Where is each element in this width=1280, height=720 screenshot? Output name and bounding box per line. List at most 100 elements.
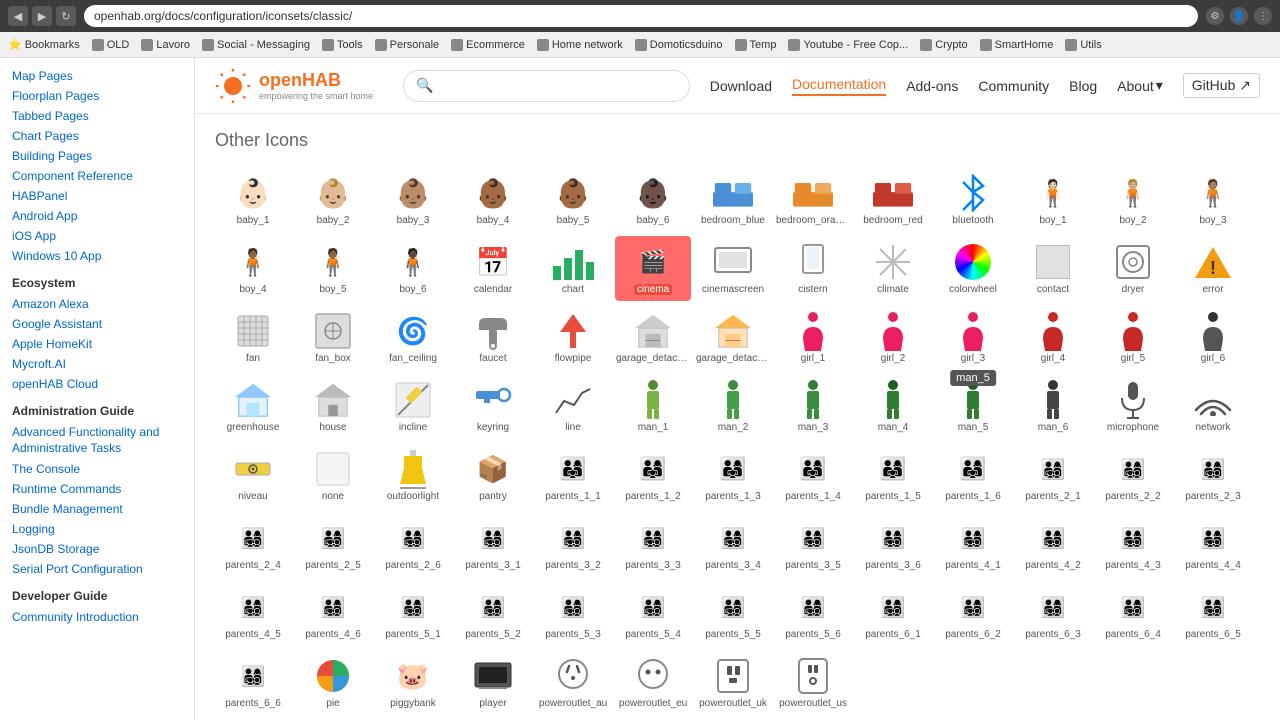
icon-item-baby3[interactable]: 👶🏽 baby_3 [375,167,451,232]
icon-item-boy1[interactable]: 🧍🏻 boy_1 [1015,167,1091,232]
sidebar-item-advanced[interactable]: Advanced Functionality and Administrativ… [0,422,194,459]
icon-item-parents22[interactable]: 👨‍👩‍👧‍👦 parents_2_2 [1095,443,1171,508]
icon-item-boy2[interactable]: 🧍🏼 boy_2 [1095,167,1171,232]
icon-item-parents23[interactable]: 👨‍👩‍👧‍👦 parents_2_3 [1175,443,1251,508]
icon-item-poweroutlet-eu[interactable]: poweroutlet_eu [615,650,691,715]
icon-item-man6[interactable]: man_6 [1015,374,1091,439]
nav-blog[interactable]: Blog [1069,78,1097,94]
bookmark-smarthome[interactable]: SmartHome [980,39,1054,51]
icon-item-parents51[interactable]: 👨‍👩‍👧‍👦 parents_5_1 [375,581,451,646]
icon-item-boy4[interactable]: 🧍🏾 boy_4 [215,236,291,301]
icon-item-girl3[interactable]: girl_3 [935,305,1011,370]
sidebar-item-community-intro[interactable]: Community Introduction [0,607,194,627]
icon-item-parents34[interactable]: 👨‍👩‍👧‍👦 parents_3_4 [695,512,771,577]
icon-item-parents46[interactable]: 👨‍👩‍👧‍👦 parents_4_6 [295,581,371,646]
icon-item-dryer[interactable]: dryer [1095,236,1171,301]
url-bar[interactable]: openhab.org/docs/configuration/iconsets/… [84,5,1198,27]
icon-item-bedroom-orange[interactable]: bedroom_orange [775,167,851,232]
search-bar[interactable]: 🔍 [403,70,690,102]
icon-item-man1[interactable]: man_1 [615,374,691,439]
menu-icon[interactable]: ⋮ [1254,7,1272,25]
icon-item-parents32[interactable]: 👨‍👩‍👧‍👦 parents_3_2 [535,512,611,577]
sidebar-item-console[interactable]: The Console [0,459,194,479]
icon-item-girl5[interactable]: girl_5 [1095,305,1171,370]
icon-item-parents43[interactable]: 👨‍👩‍👧‍👦 parents_4_3 [1095,512,1171,577]
icon-item-parents63[interactable]: 👨‍👩‍👧‍👦 parents_6_3 [1015,581,1091,646]
icon-item-parents61[interactable]: 👨‍👩‍👧‍👦 parents_6_1 [855,581,931,646]
icon-item-parents16[interactable]: 👨‍👩‍👧 parents_1_6 [935,443,1011,508]
icon-item-parents14[interactable]: 👨‍👩‍👧 parents_1_4 [775,443,851,508]
sidebar-item-serial[interactable]: Serial Port Configuration [0,559,194,579]
icon-item-climate[interactable]: * climate [855,236,931,301]
sidebar-item-bundle[interactable]: Bundle Management [0,499,194,519]
icon-item-poweroutlet-uk[interactable]: poweroutlet_uk [695,650,771,715]
bookmark-personale[interactable]: Personale [375,39,440,51]
icon-item-piggybank[interactable]: 🐷 piggybank [375,650,451,715]
sidebar-item-chart[interactable]: Chart Pages [0,126,194,146]
icon-item-parents25[interactable]: 👨‍👩‍👧‍👦 parents_2_5 [295,512,371,577]
nav-download[interactable]: Download [710,78,772,94]
icon-item-parents31[interactable]: 👨‍👩‍👧‍👦 parents_3_1 [455,512,531,577]
nav-community[interactable]: Community [978,78,1049,94]
icon-item-boy5[interactable]: 🧍🏾 boy_5 [295,236,371,301]
icon-item-parents64[interactable]: 👨‍👩‍👧‍👦 parents_6_4 [1095,581,1171,646]
icon-item-bedroom-blue[interactable]: bedroom_blue [695,167,771,232]
icon-item-baby1[interactable]: 👶🏻 baby_1 [215,167,291,232]
nav-about[interactable]: About ▾ [1117,77,1163,94]
icon-item-cinema[interactable]: 🎬 cinema [615,236,691,301]
icon-item-parents62[interactable]: 👨‍👩‍👧‍👦 parents_6_2 [935,581,1011,646]
icon-item-garage-detached[interactable]: garage_detached [615,305,691,370]
bookmark-lavoro[interactable]: Lavoro [141,39,190,51]
sidebar-item-ios[interactable]: iOS App [0,226,194,246]
icon-item-fan-ceiling[interactable]: 🌀 fan_ceiling [375,305,451,370]
icon-item-man4[interactable]: man_4 [855,374,931,439]
icon-item-contact[interactable]: contact [1015,236,1091,301]
icon-item-parents41[interactable]: 👨‍👩‍👧‍👦 parents_4_1 [935,512,1011,577]
sidebar-item-logging[interactable]: Logging [0,519,194,539]
icon-item-parents54[interactable]: 👨‍👩‍👧‍👦 parents_5_4 [615,581,691,646]
reload-button[interactable]: ↻ [56,6,76,26]
icon-item-poweroutlet-us[interactable]: poweroutlet_us [775,650,851,715]
icon-item-garage-detached-selected[interactable]: garage_detached_selected [695,305,771,370]
icon-item-parents11[interactable]: 👨‍👩‍👧 parents_1_1 [535,443,611,508]
icon-item-parents24[interactable]: 👨‍👩‍👧‍👦 parents_2_4 [215,512,291,577]
icon-item-keyring[interactable]: keyring [455,374,531,439]
icon-item-parents55[interactable]: 👨‍👩‍👧‍👦 parents_5_5 [695,581,771,646]
icon-item-parents36[interactable]: 👨‍👩‍👧‍👦 parents_3_6 [855,512,931,577]
bookmark-youtube[interactable]: Youtube - Free Cop... [788,39,908,51]
back-button[interactable]: ◀ [8,6,28,26]
bookmark-ecommerce[interactable]: Ecommerce [451,39,525,51]
icon-item-incline[interactable]: incline [375,374,451,439]
icon-item-niveau[interactable]: niveau [215,443,291,508]
bookmark-temp[interactable]: Temp [735,39,777,51]
icon-item-cinemascreen[interactable]: cinemascreen [695,236,771,301]
icon-item-pantry[interactable]: 📦 pantry [455,443,531,508]
sidebar-item-windows[interactable]: Windows 10 App [0,246,194,266]
sidebar-item-runtime[interactable]: Runtime Commands [0,479,194,499]
sidebar-item-cloud[interactable]: openHAB Cloud [0,374,194,394]
icon-item-boy6[interactable]: 🧍🏿 boy_6 [375,236,451,301]
icon-item-none[interactable]: none [295,443,371,508]
forward-button[interactable]: ▶ [32,6,52,26]
icon-item-parents44[interactable]: 👨‍👩‍👧‍👦 parents_4_4 [1175,512,1251,577]
icon-item-baby4[interactable]: 👶🏾 baby_4 [455,167,531,232]
profile-icon[interactable]: 👤 [1230,7,1248,25]
icon-item-player[interactable]: player [455,650,531,715]
icon-item-parents66[interactable]: 👨‍👩‍👧‍👦 parents_6_6 [215,650,291,715]
sidebar-item-google[interactable]: Google Assistant [0,314,194,334]
icon-item-parents26[interactable]: 👨‍👩‍👧‍👦 parents_2_6 [375,512,451,577]
sidebar-item-mycroft[interactable]: Mycroft.AI [0,354,194,374]
bookmark-tools[interactable]: Tools [322,39,363,51]
icon-item-parents15[interactable]: 👨‍👩‍👧 parents_1_5 [855,443,931,508]
icon-item-network[interactable]: network [1175,374,1251,439]
icon-item-baby5[interactable]: 👶🏾 baby_5 [535,167,611,232]
icon-item-boy3[interactable]: 🧍🏽 boy_3 [1175,167,1251,232]
icon-item-microphone[interactable]: microphone [1095,374,1171,439]
icon-item-bluetooth[interactable]: bluetooth [935,167,1011,232]
icon-item-flowpipe[interactable]: flowpipe [535,305,611,370]
nav-addons[interactable]: Add-ons [906,78,958,94]
icon-item-man3[interactable]: man_3 [775,374,851,439]
sidebar-item-component[interactable]: Component Reference [0,166,194,186]
icon-item-house[interactable]: house [295,374,371,439]
icon-item-fan-box[interactable]: fan_box [295,305,371,370]
